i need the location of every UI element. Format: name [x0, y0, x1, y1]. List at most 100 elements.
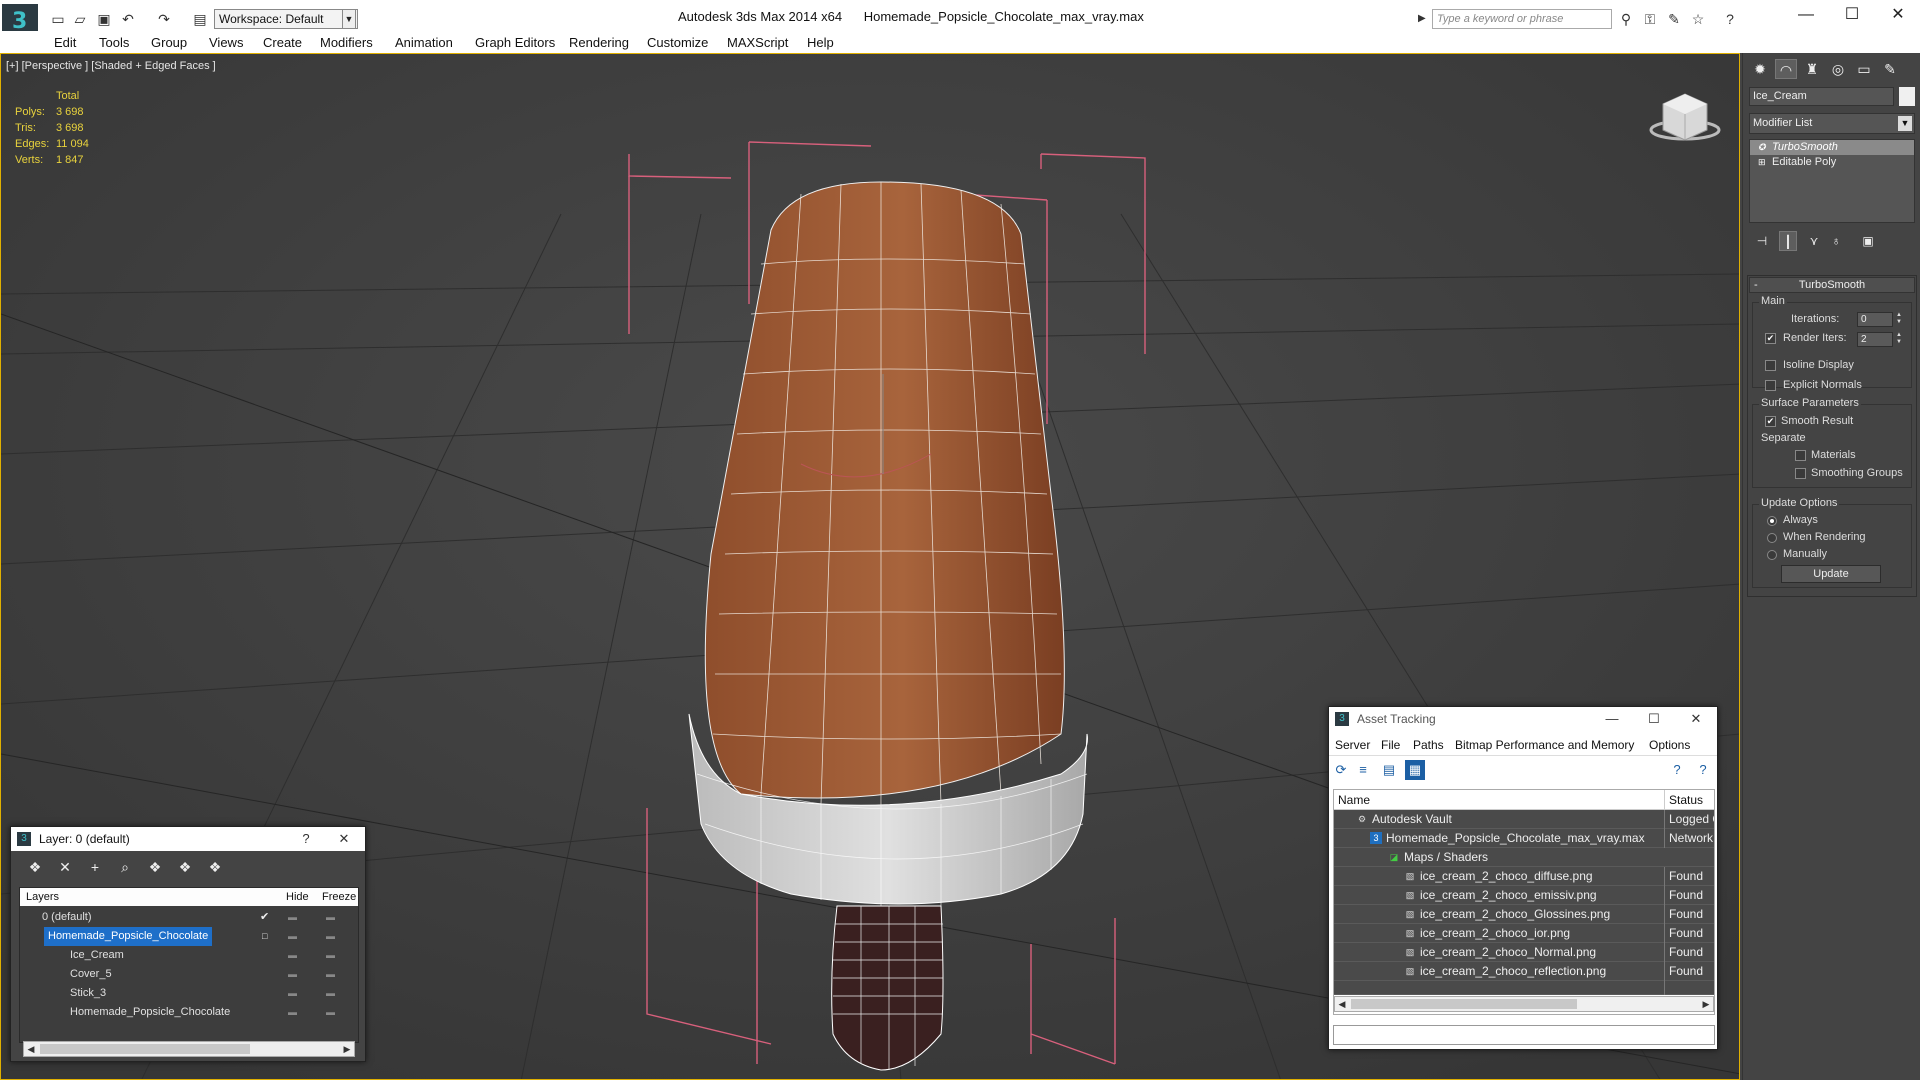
- new-file-icon[interactable]: ▭: [48, 9, 68, 27]
- hierarchy-tab-icon[interactable]: ♜: [1801, 59, 1823, 79]
- hide-toggle[interactable]: ▬: [288, 946, 297, 965]
- materials-checkbox[interactable]: [1795, 450, 1806, 461]
- asset-tracking-titlebar[interactable]: 3 Asset Tracking — ☐ ✕: [1329, 707, 1717, 731]
- scroll-left-icon[interactable]: ◀: [1335, 997, 1349, 1011]
- create-layer-icon[interactable]: ❖: [25, 857, 45, 877]
- list-view-icon[interactable]: ≡: [1353, 760, 1373, 780]
- rollout-header[interactable]: - TurboSmooth: [1749, 277, 1915, 293]
- menu-graph-editors[interactable]: Graph Editors: [475, 35, 555, 50]
- menu-modifiers[interactable]: Modifiers: [320, 35, 373, 50]
- scroll-left-icon[interactable]: ◀: [24, 1042, 38, 1056]
- open-file-icon[interactable]: ▱: [70, 9, 90, 27]
- close-icon[interactable]: ✕: [327, 827, 361, 851]
- stack-item-editable-poly[interactable]: ⊞ Editable Poly: [1750, 155, 1914, 170]
- help-icon[interactable]: ?: [1720, 9, 1740, 29]
- explicit-normals-checkbox[interactable]: [1765, 380, 1776, 391]
- undo-icon[interactable]: ↶: [118, 9, 138, 27]
- configure-modifier-sets-icon[interactable]: ▣: [1859, 231, 1877, 251]
- asset-horizontal-scrollbar[interactable]: ◀ ▶: [1334, 996, 1714, 1012]
- freeze-toggle[interactable]: ▬: [326, 908, 335, 927]
- maximize-icon[interactable]: ☐: [1830, 4, 1874, 28]
- help-button[interactable]: ?: [289, 827, 323, 851]
- menu-views[interactable]: Views: [209, 35, 243, 50]
- help-icon[interactable]: ?: [1667, 760, 1687, 780]
- delete-layer-icon[interactable]: ✕: [55, 857, 75, 877]
- workspace-dropdown[interactable]: Workspace: Default: [214, 9, 358, 29]
- scrollbar-thumb[interactable]: [1351, 999, 1577, 1009]
- smoothing-groups-checkbox[interactable]: [1795, 468, 1806, 479]
- manually-radio[interactable]: [1767, 550, 1777, 560]
- make-unique-icon[interactable]: ⋎: [1805, 231, 1823, 251]
- motion-tab-icon[interactable]: ◎: [1827, 59, 1849, 79]
- spinner-arrows-icon[interactable]: ▲ ▼: [1895, 312, 1903, 327]
- asset-row[interactable]: ▧ ice_cream_2_choco_Normal.png Found: [1334, 943, 1714, 962]
- stack-item-turbosmooth[interactable]: ✪ TurboSmooth: [1750, 140, 1914, 155]
- freeze-toggle[interactable]: ▬: [326, 927, 335, 946]
- isoline-display-checkbox[interactable]: [1765, 360, 1776, 371]
- display-tab-icon[interactable]: ▭: [1853, 59, 1875, 79]
- modifier-list-dropdown[interactable]: Modifier List ▼: [1749, 113, 1915, 134]
- column-freeze[interactable]: Freeze: [322, 888, 356, 906]
- lightbulb-icon[interactable]: ✪: [1758, 142, 1768, 153]
- asset-row[interactable]: ▧ ice_cream_2_choco_emissiv.png Found: [1334, 886, 1714, 905]
- menu-customize[interactable]: Customize: [647, 35, 708, 50]
- close-icon[interactable]: ✕: [1679, 707, 1713, 731]
- search-input[interactable]: Type a keyword or phrase: [1432, 9, 1612, 29]
- asset-path-field[interactable]: [1333, 1025, 1715, 1045]
- select-objects-icon[interactable]: ⌕: [115, 857, 135, 877]
- layers-horizontal-scrollbar[interactable]: ◀ ▶: [23, 1041, 355, 1057]
- asset-row[interactable]: ▧ ice_cream_2_choco_Glossines.png Found: [1334, 905, 1714, 924]
- hide-toggle[interactable]: ▬: [288, 1003, 297, 1022]
- column-hide[interactable]: Hide: [286, 888, 309, 906]
- menu-tools[interactable]: Tools: [99, 35, 129, 50]
- collapse-icon[interactable]: -: [1754, 278, 1758, 292]
- viewport-label[interactable]: [+] [Perspective ] [Shaded + Edged Faces…: [6, 60, 216, 72]
- remove-modifier-icon[interactable]: ♁: [1827, 231, 1845, 251]
- menu-file[interactable]: File: [1381, 738, 1400, 752]
- menu-animation[interactable]: Animation: [395, 35, 453, 50]
- column-status[interactable]: Status: [1664, 790, 1703, 810]
- layer-row[interactable]: Ice_Cream ▬ ▬: [20, 946, 358, 965]
- redo-icon[interactable]: ↷: [154, 9, 174, 27]
- menu-server[interactable]: Server: [1335, 738, 1370, 752]
- layer-row[interactable]: Homemade_Popsicle_Chocolate ▬ ▬: [20, 1003, 358, 1022]
- spinner-arrows-icon[interactable]: ▲ ▼: [1895, 332, 1903, 347]
- when-rendering-radio[interactable]: [1767, 533, 1777, 543]
- render-iters-checkbox[interactable]: ✔: [1765, 333, 1776, 344]
- freeze-toggle[interactable]: ▬: [326, 1003, 335, 1022]
- column-layers[interactable]: Layers: [26, 888, 59, 906]
- details-view-icon[interactable]: ▤: [1379, 760, 1399, 780]
- minimize-icon[interactable]: —: [1784, 4, 1828, 28]
- render-iters-spinner[interactable]: 2: [1857, 332, 1893, 347]
- column-name[interactable]: Name: [1338, 790, 1370, 810]
- utilities-tab-icon[interactable]: ✎: [1879, 59, 1901, 79]
- layer-row[interactable]: Homemade_Popsicle_Chocolate □ ▬ ▬: [20, 927, 358, 946]
- minimize-icon[interactable]: —: [1595, 707, 1629, 731]
- scroll-right-icon[interactable]: ▶: [340, 1042, 354, 1056]
- search-expand-icon[interactable]: ▶: [1418, 9, 1430, 29]
- pin-stack-icon[interactable]: ⊣: [1753, 231, 1771, 251]
- chevron-down-icon[interactable]: ▼: [1898, 116, 1912, 131]
- update-button[interactable]: Update: [1781, 565, 1881, 583]
- iterations-spinner[interactable]: 0: [1857, 312, 1893, 327]
- active-layer-check-icon[interactable]: ✔: [260, 908, 269, 927]
- modify-tab-icon[interactable]: ◠: [1775, 59, 1797, 79]
- asset-row[interactable]: ▧ ice_cream_2_choco_reflection.png Found: [1334, 962, 1714, 981]
- add-selection-icon[interactable]: +: [85, 857, 105, 877]
- asset-row[interactable]: 3 Homemade_Popsicle_Chocolate_max_vray.m…: [1334, 829, 1714, 848]
- set-active-icon[interactable]: □: [262, 927, 267, 946]
- subscription-icon[interactable]: ⚿: [1640, 9, 1660, 29]
- object-name-field[interactable]: Ice_Cream: [1749, 87, 1894, 106]
- expand-plus-icon[interactable]: ⊞: [1758, 157, 1768, 168]
- freeze-all-icon[interactable]: ❖: [205, 857, 225, 877]
- maximize-icon[interactable]: ☐: [1637, 707, 1671, 731]
- layer-dialog-titlebar[interactable]: 3 Layer: 0 (default) ? ✕: [11, 827, 365, 851]
- close-icon[interactable]: ✕: [1876, 4, 1920, 28]
- hide-all-icon[interactable]: ❖: [175, 857, 195, 877]
- asset-row[interactable]: ▧ ice_cream_2_choco_ior.png Found: [1334, 924, 1714, 943]
- stick-mesh[interactable]: [831, 905, 944, 1071]
- show-end-result-icon[interactable]: ┃: [1779, 231, 1797, 251]
- favorites-star-icon[interactable]: ☆: [1688, 9, 1708, 29]
- table-view-icon[interactable]: ▦: [1405, 760, 1425, 780]
- hide-toggle[interactable]: ▬: [288, 927, 297, 946]
